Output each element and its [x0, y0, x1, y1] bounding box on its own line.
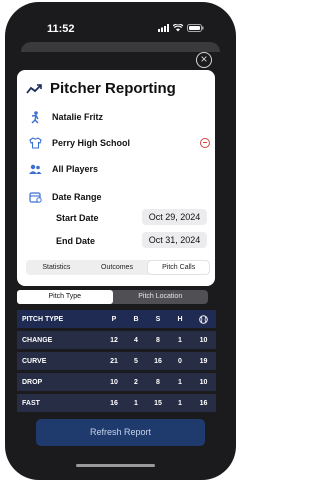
table-cell: 21	[110, 357, 118, 365]
team-row[interactable]: Perry High School	[28, 136, 130, 150]
table-cell: 10	[199, 378, 208, 386]
table-header: PITCH TYPE P B S H	[17, 310, 216, 328]
tab-pitch-location[interactable]: Pitch Location	[113, 290, 209, 304]
status-bar: 11:52	[5, 2, 236, 35]
pitcher-row[interactable]: Natalie Fritz	[28, 110, 103, 124]
pitcher-icon	[28, 110, 42, 124]
tab-statistics[interactable]: Statistics	[26, 260, 87, 275]
filter-card: Pitcher Reporting Natalie Fritz Perry Hi…	[17, 70, 215, 286]
calendar-icon	[28, 190, 42, 204]
remove-team-icon[interactable]	[200, 138, 210, 148]
column-header[interactable]: B	[125, 316, 147, 323]
header: Pitcher Reporting	[26, 80, 176, 97]
table-cell: 0	[178, 357, 182, 365]
background-sheet	[21, 42, 220, 52]
table-row[interactable]: FAST 16 1 15 1 16	[17, 394, 216, 412]
start-date-label: Start Date	[56, 213, 99, 223]
pitch-table: PITCH TYPE P B S H CHANGE 12 4 8 1 10 CU…	[17, 310, 216, 415]
tab-pitch-calls[interactable]: Pitch Calls	[148, 261, 210, 274]
column-header[interactable]: PITCH TYPE	[17, 316, 103, 323]
baseball-icon[interactable]	[191, 314, 216, 324]
report-tabs: Statistics Outcomes Pitch Calls	[26, 260, 210, 275]
table-cell: 8	[156, 378, 160, 386]
players-label: All Players	[52, 164, 99, 174]
pitch-type-cell: DROP	[22, 378, 43, 386]
tab-pitch-type[interactable]: Pitch Type	[17, 290, 113, 304]
pitch-type-cell: CURVE	[22, 357, 47, 365]
table-cell: 16	[199, 399, 208, 407]
signal-icon	[158, 24, 169, 32]
table-cell: 1	[178, 378, 182, 386]
table-cell: 10	[110, 378, 118, 386]
end-date-picker[interactable]: Oct 31, 2024	[142, 232, 207, 248]
table-cell: 19	[199, 357, 208, 365]
close-icon: ×	[200, 52, 208, 66]
table-cell: 16	[110, 399, 118, 407]
table-cell: 10	[199, 336, 208, 344]
close-button[interactable]: ×	[196, 52, 212, 68]
table-row[interactable]: DROP 10 2 8 1 10	[17, 373, 216, 391]
status-icons	[158, 24, 204, 32]
home-indicator	[76, 464, 155, 467]
table-cell: 1	[178, 399, 182, 407]
table-cell: 15	[154, 399, 162, 407]
page-title: Pitcher Reporting	[50, 80, 176, 97]
table-cell: 2	[134, 378, 138, 386]
pitcher-name: Natalie Fritz	[52, 112, 104, 122]
table-cell: 12	[110, 336, 118, 344]
table-cell: 1	[178, 336, 182, 344]
column-header[interactable]: H	[169, 316, 191, 323]
table-row[interactable]: CURVE 21 5 16 0 19	[17, 352, 216, 370]
players-row[interactable]: All Players	[28, 162, 98, 176]
end-date-label: End Date	[56, 236, 96, 246]
date-range-row: Date Range	[28, 190, 102, 204]
column-header[interactable]: S	[147, 316, 169, 323]
table-cell: 5	[134, 357, 138, 365]
wifi-icon	[173, 24, 183, 32]
date-range-label: Date Range	[52, 192, 102, 202]
start-date-picker[interactable]: Oct 29, 2024	[142, 209, 207, 225]
line-chart-icon	[26, 83, 42, 94]
column-header[interactable]: P	[103, 316, 125, 323]
pitch-type-cell: FAST	[22, 399, 40, 407]
battery-icon	[187, 24, 204, 32]
pitch-type-cell: CHANGE	[22, 336, 53, 344]
table-cell: 4	[134, 336, 138, 344]
refresh-report-button[interactable]: Refresh Report	[36, 419, 205, 446]
status-time: 11:52	[47, 23, 75, 35]
view-tabs: Pitch Type Pitch Location	[17, 290, 208, 304]
table-cell: 8	[156, 336, 160, 344]
table-cell: 16	[154, 357, 162, 365]
table-cell: 1	[134, 399, 138, 407]
players-icon	[28, 162, 42, 176]
team-name: Perry High School	[52, 138, 131, 148]
jersey-icon	[28, 136, 42, 150]
table-row[interactable]: CHANGE 12 4 8 1 10	[17, 331, 216, 349]
tab-outcomes[interactable]: Outcomes	[87, 260, 148, 275]
